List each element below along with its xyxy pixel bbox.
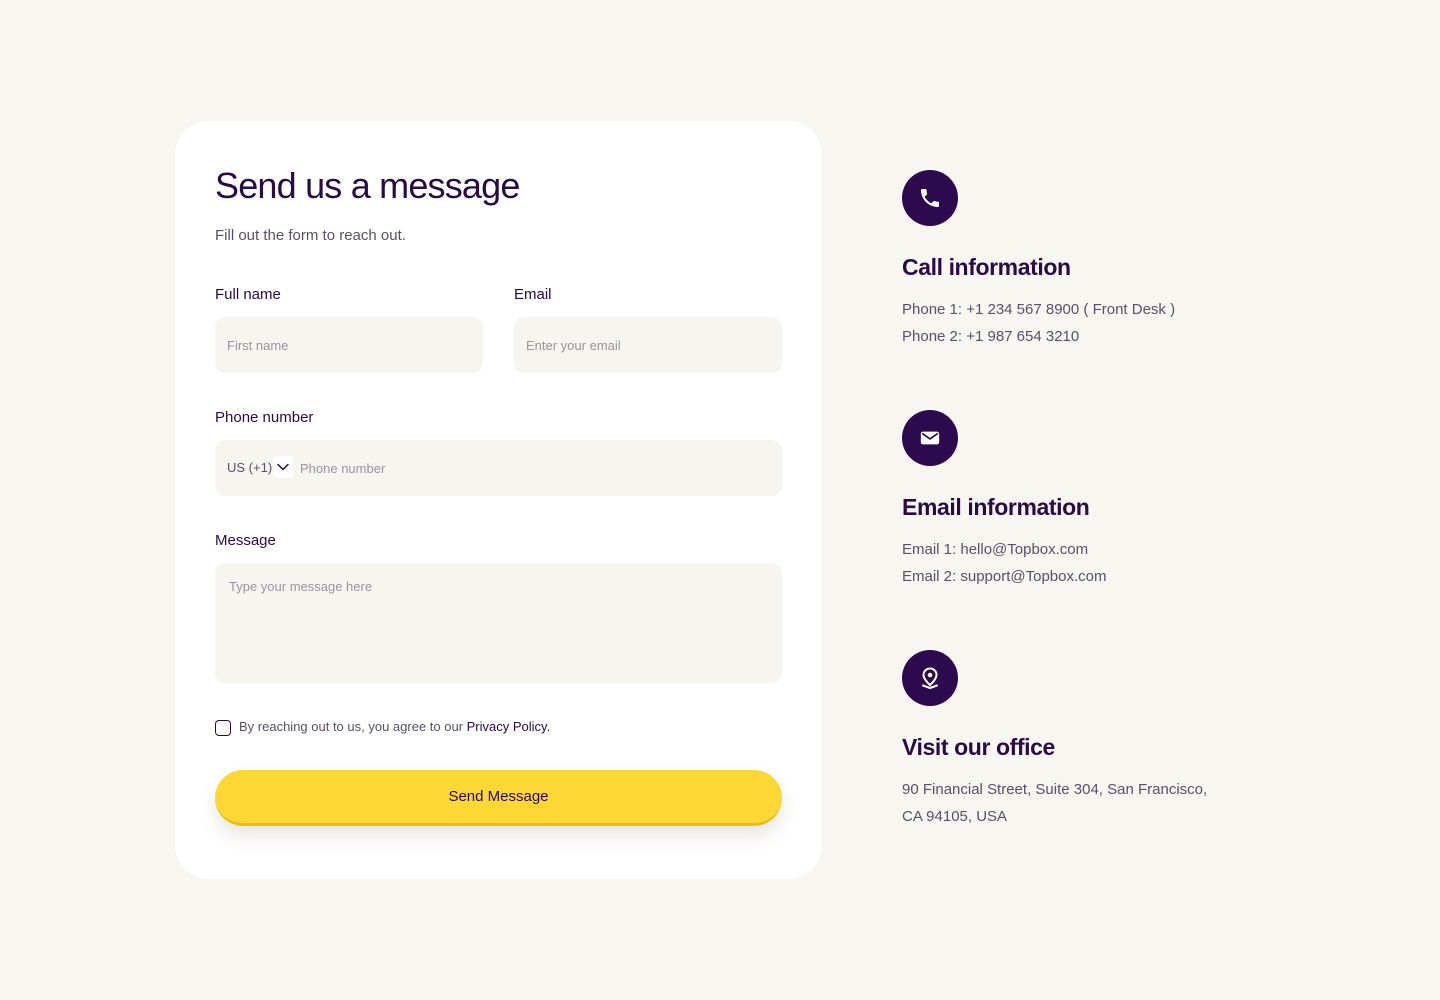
consent-text: By reaching out to us, you agree to our … xyxy=(239,719,550,734)
full-name-label: Full name xyxy=(215,286,281,303)
message-label: Message xyxy=(215,532,276,549)
privacy-policy-link[interactable]: Privacy Policy. xyxy=(467,719,551,734)
message-textarea[interactable] xyxy=(215,563,782,683)
form-title: Send us a message xyxy=(215,165,520,206)
send-message-button[interactable]: Send Message xyxy=(215,770,782,826)
envelope-icon xyxy=(902,410,958,466)
office-info-title: Visit our office xyxy=(902,734,1055,760)
full-name-input[interactable] xyxy=(215,317,483,373)
phone-1-text: Phone 1: +1 234 567 8900 ( Front Desk ) xyxy=(902,301,1176,318)
email-2-text: Email 2: support@Topbox.com xyxy=(902,568,1107,585)
office-address-line-1: 90 Financial Street, Suite 304, San Fran… xyxy=(902,781,1208,798)
email-info-title: Email information xyxy=(902,494,1090,520)
phone-label: Phone number xyxy=(215,409,314,426)
privacy-checkbox[interactable] xyxy=(215,720,231,736)
phone-input[interactable] xyxy=(300,440,770,496)
email-input[interactable] xyxy=(514,317,782,373)
chevron-down-icon[interactable] xyxy=(273,456,293,478)
contact-form-card: Send us a message Fill out the form to r… xyxy=(175,121,822,879)
email-label: Email xyxy=(514,286,552,303)
phone-field: US (+1) xyxy=(215,440,782,496)
location-pin-icon xyxy=(902,650,958,706)
office-address-line-2: CA 94105, USA xyxy=(902,808,1008,825)
phone-icon xyxy=(902,170,958,226)
phone-2-text: Phone 2: +1 987 654 3210 xyxy=(902,328,1080,345)
country-code-select[interactable]: US (+1) xyxy=(227,460,272,475)
email-1-text: Email 1: hello@Topbox.com xyxy=(902,541,1089,558)
call-info-title: Call information xyxy=(902,254,1071,280)
form-subtitle: Fill out the form to reach out. xyxy=(215,227,406,244)
consent-label: By reaching out to us, you agree to our xyxy=(239,719,467,734)
